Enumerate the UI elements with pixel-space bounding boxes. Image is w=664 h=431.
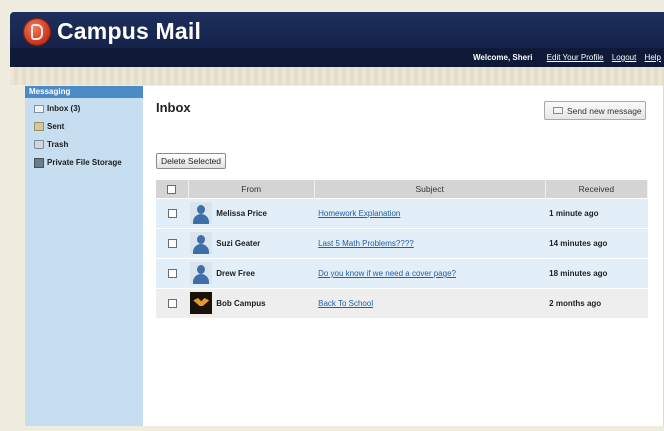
sender-name: Bob Campus [216,299,266,308]
campus-mail-logo-icon [23,18,51,46]
row-check-cell [156,228,189,259]
sidebar-item-private-file-storage[interactable]: Private File Storage [25,154,143,172]
send-new-message-label: Send new message [567,106,642,116]
envelope-icon [553,107,563,114]
sent-icon [34,122,44,131]
trash-icon [34,140,44,149]
subject-link[interactable]: Homework Explanation [314,209,400,218]
inbox-icon [34,105,44,113]
welcome-text: Welcome, Sheri [473,53,533,62]
avatar-icon [190,262,213,284]
page-title: Inbox [156,100,191,115]
received-cell: 1 minute ago [545,198,648,229]
from-cell: Melissa Price [188,198,315,229]
received-time: 2 months ago [549,299,602,308]
subject-cell: Homework Explanation [314,198,546,229]
row-check-cell [156,198,189,229]
column-header-subject[interactable]: Subject [314,180,546,199]
sidebar-item-label: Inbox (3) [47,104,81,113]
sender-name: Drew Free [216,269,255,278]
sidebar-item-label: Private File Storage [47,158,122,167]
send-new-message-button[interactable]: Send new message [544,101,646,120]
row-check-cell [156,258,189,289]
logout-link[interactable]: Logout [612,53,636,62]
table-header-row: From Subject Received [156,180,649,199]
subject-cell: Do you know if we need a cover page? [314,258,546,289]
bat-avatar-icon [190,292,213,314]
from-cell: Suzi Geater [188,228,315,259]
row-checkbox[interactable] [167,269,177,279]
subject-cell: Back To School [314,288,546,318]
received-time: 14 minutes ago [549,239,608,248]
sender-name: Melissa Price [216,209,267,218]
from-cell: Bob Campus [188,288,315,318]
sender-name: Suzi Geater [216,239,261,248]
sidebar-item-inbox[interactable]: Inbox (3) [25,100,143,118]
received-cell: 14 minutes ago [545,228,648,259]
received-cell: 2 months ago [545,288,648,318]
row-check-cell [156,288,189,318]
subject-link[interactable]: Last 5 Math Problems???? [314,239,414,248]
storage-icon [34,158,44,168]
subject-link[interactable]: Do you know if we need a cover page? [314,269,456,278]
message-table: From Subject Received Melissa Price Home… [156,180,649,318]
select-all-checkbox[interactable] [167,185,177,195]
table-row[interactable]: Bob Campus Back To School 2 months ago [156,288,648,318]
column-header-from[interactable]: From [188,180,315,199]
help-link[interactable]: Help [645,53,661,62]
sidebar-item-label: Sent [47,122,65,131]
sidebar-item-trash[interactable]: Trash [25,136,143,154]
received-time: 18 minutes ago [549,269,608,278]
avatar-icon [190,202,213,224]
subject-cell: Last 5 Math Problems???? [314,228,546,259]
header-stripe [10,67,664,85]
app-title: Campus Mail [57,18,202,44]
table-row[interactable]: Melissa Price Homework Explanation 1 min… [156,198,648,229]
row-checkbox[interactable] [167,209,177,219]
row-checkbox[interactable] [167,299,177,309]
edit-profile-link[interactable]: Edit Your Profile [547,53,604,62]
main-content: Inbox Send new message Delete Selected F… [143,86,664,426]
select-all-header [156,180,189,199]
delete-selected-button[interactable]: Delete Selected [156,153,227,169]
from-cell: Drew Free [188,258,315,289]
row-checkbox[interactable] [167,239,177,249]
top-nav-bar: Welcome, Sheri Edit Your Profile Logout … [10,48,664,67]
sidebar-item-sent[interactable]: Sent [25,118,143,136]
table-row[interactable]: Drew Free Do you know if we need a cover… [156,258,648,289]
subject-link[interactable]: Back To School [314,299,373,308]
sidebar-item-label: Trash [47,140,69,149]
avatar-icon [190,232,213,254]
received-cell: 18 minutes ago [545,258,648,289]
received-time: 1 minute ago [549,209,599,218]
sidebar: Messaging Inbox (3) Sent Trash Private F… [25,86,143,426]
sidebar-heading: Messaging [25,86,143,98]
table-row[interactable]: Suzi Geater Last 5 Math Problems???? 14 … [156,228,648,259]
column-header-received[interactable]: Received [545,180,649,199]
